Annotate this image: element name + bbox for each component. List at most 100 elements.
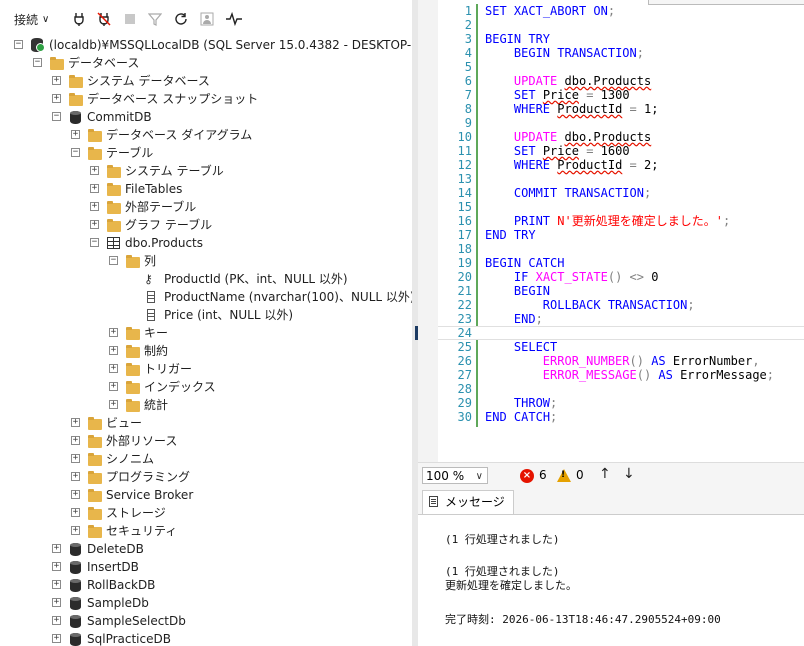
tab-messages[interactable]: メッセージ — [422, 490, 514, 514]
collapse-icon[interactable]: − — [33, 58, 42, 67]
code-line[interactable]: UPDATE dbo.Products — [438, 74, 804, 88]
tree-node-commitdb[interactable]: − CommitDB — [0, 108, 412, 126]
tree-node-statistics[interactable]: + 統計 — [0, 396, 412, 414]
tree-node-column-productid[interactable]: ⚷ ProductId (PK、int、NULL 以外) — [0, 270, 412, 288]
tree-node-databases[interactable]: − データベース — [0, 54, 412, 72]
tree-node-synonyms[interactable]: + シノニム — [0, 450, 412, 468]
expand-icon[interactable]: + — [109, 382, 118, 391]
code-line[interactable]: THROW; — [438, 396, 804, 410]
code-line[interactable] — [438, 116, 804, 130]
tree-node-snapshots[interactable]: + データベース スナップショット — [0, 90, 412, 108]
code-line[interactable]: UPDATE dbo.Products — [438, 130, 804, 144]
code-line[interactable]: SET Price = 1600 — [438, 144, 804, 158]
tree-node-server[interactable]: − (localdb)¥MSSQLLocalDB (SQL Server 15.… — [0, 36, 412, 54]
expand-icon[interactable]: + — [71, 508, 80, 517]
tree-node-service-broker[interactable]: + Service Broker — [0, 486, 412, 504]
tree-node-database[interactable]: + SampleDb — [0, 594, 412, 612]
expand-icon[interactable]: + — [52, 94, 61, 103]
tree-node-external-resources[interactable]: + 外部リソース — [0, 432, 412, 450]
code-line[interactable]: BEGIN TRY — [438, 32, 804, 46]
tree-node-graph-tables[interactable]: + グラフ テーブル — [0, 216, 412, 234]
stop-icon[interactable] — [121, 9, 139, 29]
code-line[interactable]: END CATCH; — [438, 410, 804, 424]
tree-node-storage[interactable]: + ストレージ — [0, 504, 412, 522]
code-editor[interactable]: SET XACT_ABORT ON; 1 2 BEGIN TRY 3 BEGIN TRA… — [438, 0, 804, 462]
expand-icon[interactable]: + — [71, 436, 80, 445]
collapse-icon[interactable]: − — [52, 112, 61, 121]
tree-node-database[interactable]: + SampleSelectDb — [0, 612, 412, 630]
connect-dropdown[interactable]: 接続 ∨ — [14, 9, 49, 29]
expand-icon[interactable]: + — [52, 634, 61, 643]
expand-icon[interactable]: + — [52, 616, 61, 625]
expand-icon[interactable]: + — [109, 364, 118, 373]
code-line[interactable]: ERROR_MESSAGE() AS ErrorMessage; — [438, 368, 804, 382]
code-line[interactable]: WHERE ProductId = 2; — [438, 158, 804, 172]
expand-icon[interactable]: + — [90, 184, 99, 193]
tree-node-products-table[interactable]: − dbo.Products — [0, 234, 412, 252]
code-line[interactable]: BEGIN TRANSACTION; — [438, 46, 804, 60]
tree-node-columns[interactable]: − 列 — [0, 252, 412, 270]
expand-icon[interactable]: + — [71, 472, 80, 481]
tree-node-column-productname[interactable]: ProductName (nvarchar(100)、NULL 以外) — [0, 288, 412, 306]
code-line[interactable]: WHERE ProductId = 1; — [438, 102, 804, 116]
tree-node-column-price[interactable]: Price (int、NULL 以外) — [0, 306, 412, 324]
warning-icon[interactable]: ! — [557, 469, 571, 482]
expand-icon[interactable]: + — [71, 490, 80, 499]
expand-icon[interactable]: + — [90, 166, 99, 175]
expand-icon[interactable]: + — [109, 328, 118, 337]
tree-node-security[interactable]: + セキュリティ — [0, 522, 412, 540]
code-line[interactable]: BEGIN CATCH — [438, 256, 804, 270]
error-icon[interactable]: × — [520, 469, 534, 483]
tree-node-keys[interactable]: + キー — [0, 324, 412, 342]
expand-icon[interactable]: + — [52, 580, 61, 589]
code-line[interactable] — [438, 382, 804, 396]
activity-monitor-icon[interactable] — [225, 9, 243, 29]
code-line[interactable]: SET Price = 1300 — [438, 88, 804, 102]
expand-icon[interactable]: + — [90, 220, 99, 229]
expand-icon[interactable]: + — [109, 346, 118, 355]
collapse-icon[interactable]: − — [109, 256, 118, 265]
expand-icon[interactable]: + — [71, 130, 80, 139]
code-line[interactable] — [438, 242, 804, 256]
tree-node-database[interactable]: + DeleteDB — [0, 540, 412, 558]
expand-icon[interactable]: + — [90, 202, 99, 211]
filter-icon[interactable] — [146, 9, 164, 29]
code-line[interactable]: END TRY — [438, 228, 804, 242]
expand-icon[interactable]: + — [71, 526, 80, 535]
disconnect-icon[interactable] — [95, 9, 113, 29]
expand-icon[interactable]: + — [52, 544, 61, 553]
expand-icon[interactable]: + — [52, 76, 61, 85]
connect-plug-icon[interactable] — [70, 9, 88, 29]
code-line[interactable]: SET XACT_ABORT ON; — [438, 4, 804, 18]
tree-node-system-tables[interactable]: + システム テーブル — [0, 162, 412, 180]
tree-node-tables[interactable]: − テーブル — [0, 144, 412, 162]
collapse-icon[interactable]: − — [90, 238, 99, 247]
tree-node-external-tables[interactable]: + 外部テーブル — [0, 198, 412, 216]
tree-node-indexes[interactable]: + インデックス — [0, 378, 412, 396]
tree-node-constraints[interactable]: + 制約 — [0, 342, 412, 360]
code-line[interactable] — [438, 18, 804, 32]
expand-icon[interactable]: + — [109, 400, 118, 409]
code-line[interactable] — [438, 200, 804, 214]
code-line[interactable]: COMMIT TRANSACTION; — [438, 186, 804, 200]
arrow-up-icon[interactable]: ↑ — [599, 466, 611, 482]
collapse-icon[interactable]: − — [71, 148, 80, 157]
expand-icon[interactable]: + — [52, 598, 61, 607]
code-line[interactable] — [438, 60, 804, 74]
tree-node-triggers[interactable]: + トリガー — [0, 360, 412, 378]
code-line[interactable]: ERROR_NUMBER() AS ErrorNumber, — [438, 354, 804, 368]
code-line[interactable]: END; — [438, 312, 804, 326]
code-line[interactable]: IF XACT_STATE() <> 0 — [438, 270, 804, 284]
code-line[interactable] — [438, 172, 804, 186]
tree-node-filetables[interactable]: + FileTables — [0, 180, 412, 198]
code-line[interactable]: SELECT — [438, 340, 804, 354]
tree-node-database[interactable]: + RollBackDB — [0, 576, 412, 594]
arrow-down-icon[interactable]: ↓ — [623, 466, 635, 482]
tree-node-diagrams[interactable]: + データベース ダイアグラム — [0, 126, 412, 144]
collapse-icon[interactable]: − — [14, 40, 23, 49]
zoom-dropdown[interactable]: 100 % ∨ — [422, 467, 488, 484]
code-line[interactable]: PRINT N'更新処理を確定しました。'; — [438, 214, 804, 228]
summary-icon[interactable] — [198, 9, 216, 29]
code-line[interactable] — [438, 326, 804, 340]
tree-node-programmability[interactable]: + プログラミング — [0, 468, 412, 486]
